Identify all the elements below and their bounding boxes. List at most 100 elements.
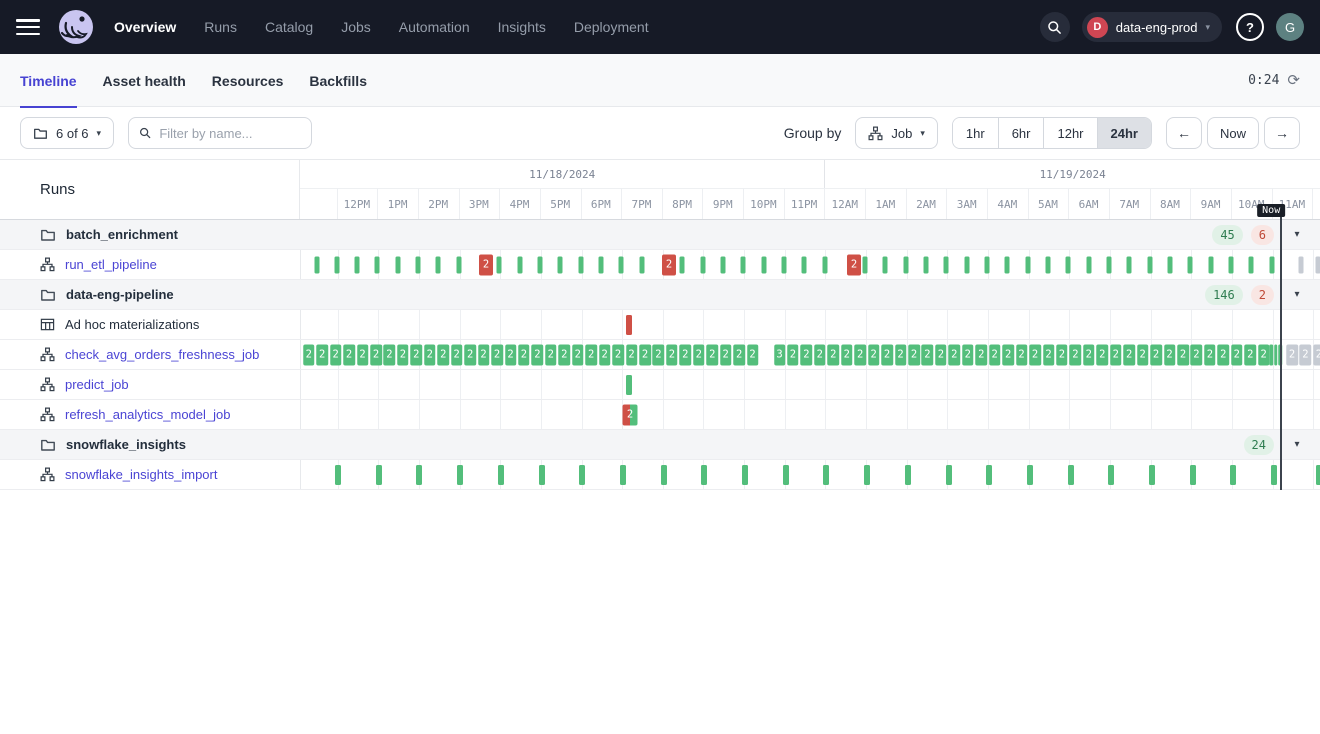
collapse-caret-icon[interactable]: ▾ — [1290, 229, 1304, 240]
run-marker[interactable]: 2 — [411, 344, 423, 365]
run-marker[interactable] — [1086, 256, 1091, 273]
run-marker[interactable] — [1046, 256, 1051, 273]
run-marker[interactable]: 2 — [479, 254, 493, 275]
avatar[interactable]: G — [1276, 13, 1304, 41]
run-marker[interactable]: 2 — [747, 344, 759, 365]
run-marker[interactable] — [498, 465, 504, 485]
run-marker[interactable]: 2 — [612, 344, 624, 365]
run-marker[interactable]: 2 — [707, 344, 719, 365]
run-marker[interactable]: 2 — [1313, 344, 1320, 365]
run-marker[interactable] — [1299, 256, 1304, 273]
search-button[interactable] — [1040, 12, 1070, 42]
repo-selector-button[interactable]: 6 of 6 ▾ — [20, 117, 114, 149]
run-marker[interactable]: 2 — [370, 344, 382, 365]
run-marker[interactable]: 2 — [908, 344, 920, 365]
run-marker[interactable] — [903, 256, 908, 273]
run-marker[interactable] — [619, 256, 624, 273]
job-name-link[interactable]: check_avg_orders_freshness_job — [65, 347, 259, 362]
run-marker[interactable]: 2 — [666, 344, 678, 365]
run-marker[interactable]: 2 — [814, 344, 826, 365]
run-marker[interactable]: 2 — [693, 344, 705, 365]
run-marker[interactable]: 2 — [585, 344, 597, 365]
tab-resources[interactable]: Resources — [212, 54, 284, 107]
run-marker[interactable]: 2 — [464, 344, 476, 365]
run-marker[interactable] — [741, 256, 746, 273]
collapse-caret-icon[interactable]: ▾ — [1290, 289, 1304, 300]
run-marker[interactable] — [598, 256, 603, 273]
help-button[interactable]: ? — [1236, 13, 1264, 41]
run-marker[interactable]: 2 — [518, 344, 530, 365]
run-marker[interactable]: 2 — [1300, 344, 1312, 365]
run-marker[interactable] — [1269, 344, 1273, 365]
run-marker[interactable] — [964, 256, 969, 273]
run-marker[interactable] — [578, 256, 583, 273]
run-marker[interactable]: 2 — [847, 254, 861, 275]
dagster-logo-icon[interactable] — [56, 7, 96, 47]
workspace-selector[interactable]: D data-eng-prod ▾ — [1082, 12, 1222, 42]
run-marker[interactable] — [944, 256, 949, 273]
run-marker[interactable] — [883, 256, 888, 273]
refresh-icon[interactable]: ⟳ — [1287, 71, 1300, 89]
run-marker[interactable] — [1167, 256, 1172, 273]
run-marker[interactable] — [1188, 256, 1193, 273]
run-marker[interactable]: 2 — [680, 344, 692, 365]
run-marker[interactable]: 2 — [1231, 344, 1243, 365]
run-marker[interactable]: 2 — [935, 344, 947, 365]
run-marker[interactable] — [457, 465, 463, 485]
job-name-link[interactable]: snowflake_insights_import — [65, 467, 217, 482]
run-marker[interactable] — [1230, 465, 1236, 485]
job-name-link[interactable]: predict_job — [65, 377, 129, 392]
run-marker[interactable] — [1068, 465, 1074, 485]
job-name-link[interactable]: run_etl_pipeline — [65, 257, 157, 272]
run-marker[interactable] — [802, 256, 807, 273]
run-marker[interactable]: 2 — [303, 344, 315, 365]
run-marker[interactable] — [558, 256, 563, 273]
run-marker[interactable]: 2 — [532, 344, 544, 365]
nav-item-deployment[interactable]: Deployment — [574, 19, 649, 35]
run-marker[interactable]: 2 — [733, 344, 745, 365]
run-marker[interactable]: 2 — [1191, 344, 1203, 365]
run-marker[interactable]: 2 — [438, 344, 450, 365]
run-marker[interactable] — [579, 465, 585, 485]
run-marker[interactable] — [986, 465, 992, 485]
run-marker[interactable]: 2 — [922, 344, 934, 365]
run-marker[interactable]: 2 — [976, 344, 988, 365]
run-marker[interactable]: 2 — [623, 404, 638, 425]
run-marker[interactable] — [355, 256, 360, 273]
run-marker[interactable] — [416, 465, 422, 485]
run-marker[interactable] — [436, 256, 441, 273]
run-marker[interactable] — [823, 465, 829, 485]
run-marker[interactable] — [416, 256, 421, 273]
run-marker[interactable]: 2 — [720, 344, 732, 365]
run-marker[interactable]: 2 — [841, 344, 853, 365]
nav-item-overview[interactable]: Overview — [114, 19, 176, 35]
run-marker[interactable] — [1066, 256, 1071, 273]
run-marker[interactable] — [626, 375, 632, 395]
page-next-button[interactable]: → — [1264, 117, 1300, 149]
run-marker[interactable]: 2 — [626, 344, 638, 365]
run-marker[interactable]: 2 — [881, 344, 893, 365]
run-marker[interactable] — [314, 256, 319, 273]
run-marker[interactable]: 2 — [316, 344, 328, 365]
run-marker[interactable] — [661, 465, 667, 485]
run-marker[interactable]: 2 — [357, 344, 369, 365]
filter-by-name-input[interactable] — [159, 126, 301, 141]
run-marker[interactable] — [863, 256, 868, 273]
run-marker[interactable] — [626, 315, 632, 335]
run-marker[interactable] — [1147, 256, 1152, 273]
run-marker[interactable]: 2 — [572, 344, 584, 365]
run-marker[interactable]: 2 — [828, 344, 840, 365]
hamburger-menu-icon[interactable] — [16, 19, 40, 35]
tab-asset-health[interactable]: Asset health — [103, 54, 186, 107]
run-marker[interactable]: 2 — [478, 344, 490, 365]
run-marker[interactable] — [497, 256, 502, 273]
run-marker[interactable]: 2 — [1245, 344, 1257, 365]
run-marker[interactable] — [822, 256, 827, 273]
run-marker[interactable]: 2 — [1083, 344, 1095, 365]
run-marker[interactable]: 2 — [895, 344, 907, 365]
run-marker[interactable] — [1316, 256, 1320, 273]
run-marker[interactable]: 2 — [545, 344, 557, 365]
group-by-dropdown[interactable]: Job ▾ — [855, 117, 938, 149]
run-marker[interactable] — [761, 256, 766, 273]
run-marker[interactable] — [639, 256, 644, 273]
